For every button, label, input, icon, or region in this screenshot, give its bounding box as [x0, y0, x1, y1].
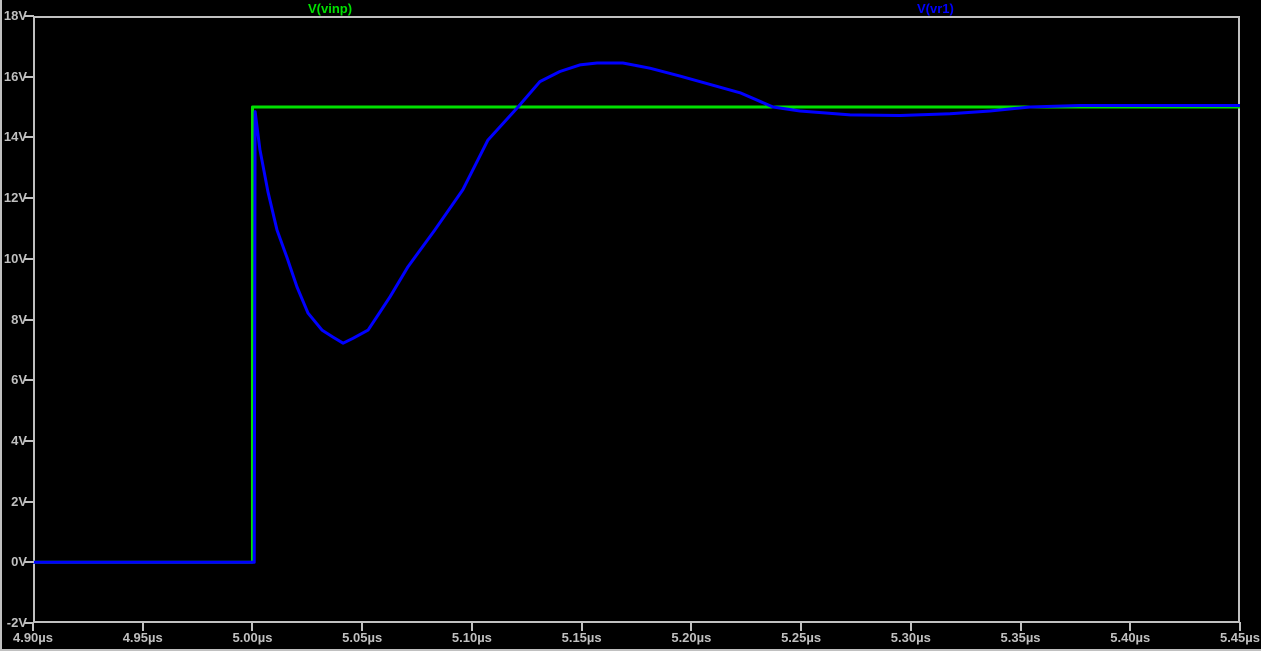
- trace-V(vr1): [33, 61, 1240, 564]
- y-tick-label: -2V: [6, 615, 27, 630]
- x-tick-label: 5.00µs: [232, 630, 273, 645]
- x-tick-label: 5.15µs: [561, 630, 602, 645]
- x-tick-label: 5.25µs: [781, 630, 822, 645]
- y-tick-label: 10V: [3, 250, 27, 266]
- y-tick-label: 4V: [11, 432, 27, 448]
- y-tick-label: 2V: [11, 493, 27, 509]
- x-tick-label: 5.10µs: [451, 630, 492, 645]
- x-tick-label: 5.45µs: [1219, 630, 1260, 645]
- x-tick-label: 4.95µs: [122, 630, 163, 645]
- plot-canvas[interactable]: [33, 16, 1240, 623]
- y-tick-label: 14V: [3, 129, 27, 145]
- x-tick-label: 5.05µs: [342, 630, 383, 645]
- legend-trace-vr1[interactable]: V(vr1): [917, 1, 954, 16]
- legend-trace-vinp[interactable]: V(vinp): [308, 1, 352, 16]
- y-tick-label: 12V: [3, 190, 27, 206]
- y-tick-label: 6V: [11, 372, 27, 388]
- y-tick-label: 16V: [3, 68, 27, 84]
- x-tick-label: 5.20µs: [671, 630, 712, 645]
- x-tick-label: 4.90µs: [12, 630, 54, 645]
- x-tick-label: 5.35µs: [1000, 630, 1041, 645]
- x-tick-label: 5.40µs: [1110, 630, 1151, 645]
- x-tick-label: 5.30µs: [890, 630, 931, 645]
- y-tick-label: 0V: [11, 554, 27, 570]
- waveform-viewer: V(vinp) V(vr1) 18V 16V 14V 12V 10V 8V 6V 4V 2V 0V…: [0, 0, 1261, 651]
- trace-V(vinp): [33, 105, 1240, 564]
- y-tick-label: 18V: [3, 8, 27, 23]
- y-tick-label: 8V: [11, 311, 27, 327]
- window-left-edge: [0, 0, 2, 651]
